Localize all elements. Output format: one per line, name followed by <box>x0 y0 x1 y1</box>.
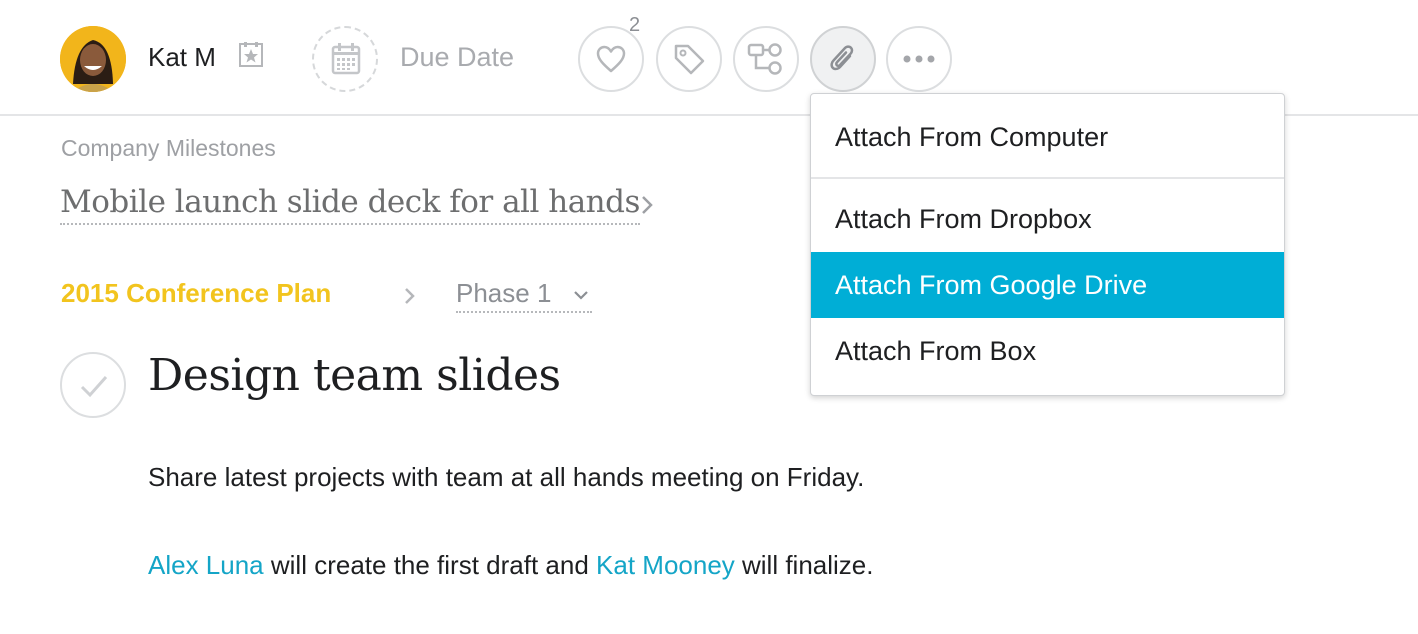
heart-icon <box>596 45 626 73</box>
parent-task-link[interactable]: Mobile launch slide deck for all hands <box>60 184 640 225</box>
assignee-star-icon[interactable] <box>238 42 264 68</box>
due-date-label[interactable]: Due Date <box>400 42 514 73</box>
assignee-avatar[interactable] <box>60 26 126 92</box>
complete-task-button[interactable] <box>60 352 126 418</box>
project-label[interactable]: Company Milestones <box>61 135 276 162</box>
description-line[interactable]: Share latest projects with team at all h… <box>148 462 864 493</box>
chevron-right-icon <box>403 286 417 311</box>
subtask-icon <box>747 43 782 75</box>
checkmark-icon <box>80 376 108 398</box>
mention-link[interactable]: Kat Mooney <box>596 550 735 580</box>
menu-divider <box>811 177 1284 179</box>
more-icon <box>903 55 935 63</box>
chevron-right-icon <box>640 194 654 221</box>
mention-link[interactable]: Alex Luna <box>148 550 264 580</box>
menu-item-attach-google-drive[interactable]: Attach From Google Drive <box>811 252 1284 318</box>
chevron-down-icon[interactable] <box>572 288 590 306</box>
paperclip-icon <box>830 45 854 71</box>
more-actions-button[interactable] <box>886 26 952 92</box>
menu-item-attach-dropbox[interactable]: Attach From Dropbox <box>811 186 1284 252</box>
task-title[interactable]: Design team slides <box>148 350 561 401</box>
description-text: will finalize. <box>734 550 874 580</box>
tag-icon <box>674 44 705 75</box>
description-text: will create the first draft and <box>263 550 597 580</box>
attach-dropdown-menu: Attach From Computer Attach From Dropbox… <box>810 93 1285 396</box>
subtasks-button[interactable] <box>733 26 799 92</box>
like-count: 2 <box>629 14 641 36</box>
description-line[interactable]: Alex Luna will create the first draft an… <box>148 550 874 581</box>
attachment-button[interactable] <box>810 26 876 92</box>
calendar-icon <box>331 43 361 75</box>
tags-button[interactable] <box>656 26 722 92</box>
assignee-name[interactable]: Kat M <box>148 42 216 73</box>
user-avatar-icon <box>60 26 126 92</box>
menu-item-attach-box[interactable]: Attach From Box <box>811 318 1284 384</box>
breadcrumb-project[interactable]: 2015 Conference Plan <box>61 278 331 309</box>
menu-item-attach-computer[interactable]: Attach From Computer <box>811 104 1284 170</box>
due-date-button[interactable] <box>312 26 378 92</box>
